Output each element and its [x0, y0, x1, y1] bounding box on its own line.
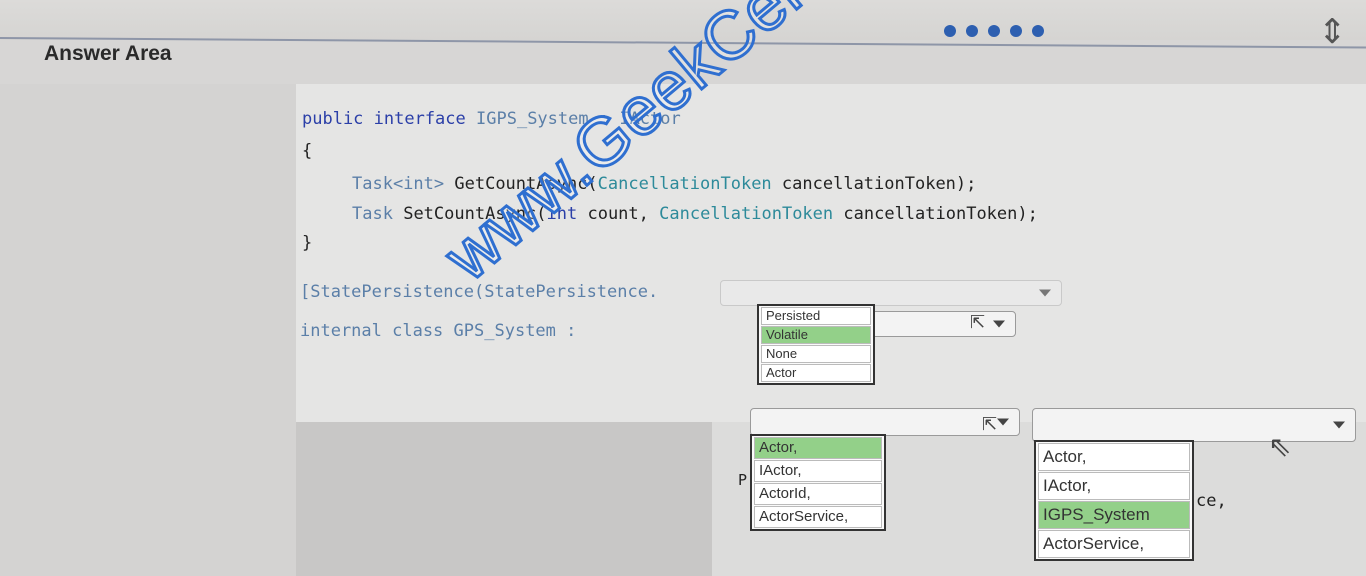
code-partial-ce: ce, [1196, 491, 1227, 511]
mouse-pointer-icon: ⇱ [970, 312, 986, 333]
dot [1032, 25, 1044, 37]
dot [944, 25, 956, 37]
dot [988, 25, 1000, 37]
left-panel [0, 84, 296, 576]
persistence-option-persisted[interactable]: Persisted [761, 307, 871, 325]
state-persistence-dropdown-bg[interactable] [720, 280, 1062, 306]
base-class-list: Actor, IActor, ActorId, ActorService, [750, 434, 886, 531]
dot [1010, 25, 1022, 37]
interface-option-iactor[interactable]: IActor, [1038, 472, 1190, 500]
base-option-actor[interactable]: Actor, [754, 437, 882, 459]
type: Task [352, 204, 393, 224]
persistence-option-volatile[interactable]: Volatile [761, 326, 871, 344]
type: CancellationToken [659, 204, 834, 224]
interface-dropdown[interactable] [1032, 408, 1356, 442]
mouse-pointer-icon: ⇱ [982, 414, 998, 435]
identifier: cancellationToken); [781, 174, 977, 194]
state-persistence-dropdown[interactable] [862, 311, 1016, 337]
interface-option-actorservice[interactable]: ActorService, [1038, 530, 1190, 558]
state-persistence-list: Persisted Volatile None Actor [757, 304, 875, 385]
dot [966, 25, 978, 37]
interface-option-igps-system[interactable]: IGPS_System [1038, 501, 1190, 529]
page-title: Answer Area [44, 42, 172, 65]
progress-dots [944, 25, 1044, 37]
code-line-class: internal class GPS_System : [300, 321, 576, 341]
identifier: cancellationToken); [843, 204, 1038, 224]
mouse-pointer-icon: ⇖ [1268, 430, 1292, 463]
keyword: internal class [300, 321, 444, 341]
type: CancellationToken [597, 174, 772, 194]
resize-cursor-icon: ⇕ [1318, 12, 1347, 52]
type: Task<int> [352, 174, 445, 194]
code-close-brace: } [302, 233, 313, 253]
interface-list: Actor, IActor, IGPS_System ActorService, [1034, 440, 1194, 561]
identifier: GPS_System : [453, 321, 577, 341]
code-open-brace: { [302, 141, 313, 161]
interface-option-actor[interactable]: Actor, [1038, 443, 1190, 471]
code-partial-p: P [738, 471, 748, 489]
base-class-dropdown[interactable] [750, 408, 1020, 436]
base-option-actorid[interactable]: ActorId, [754, 483, 882, 505]
code-line-getcount: Task<int> GetCountAsync(CancellationToke… [352, 174, 976, 194]
identifier: count, [587, 204, 649, 224]
persistence-option-actor[interactable]: Actor [761, 364, 871, 382]
keyword: public interface [302, 109, 466, 129]
base-option-iactor[interactable]: IActor, [754, 460, 882, 482]
base-option-actorservice[interactable]: ActorService, [754, 506, 882, 528]
persistence-option-none[interactable]: None [761, 345, 871, 363]
